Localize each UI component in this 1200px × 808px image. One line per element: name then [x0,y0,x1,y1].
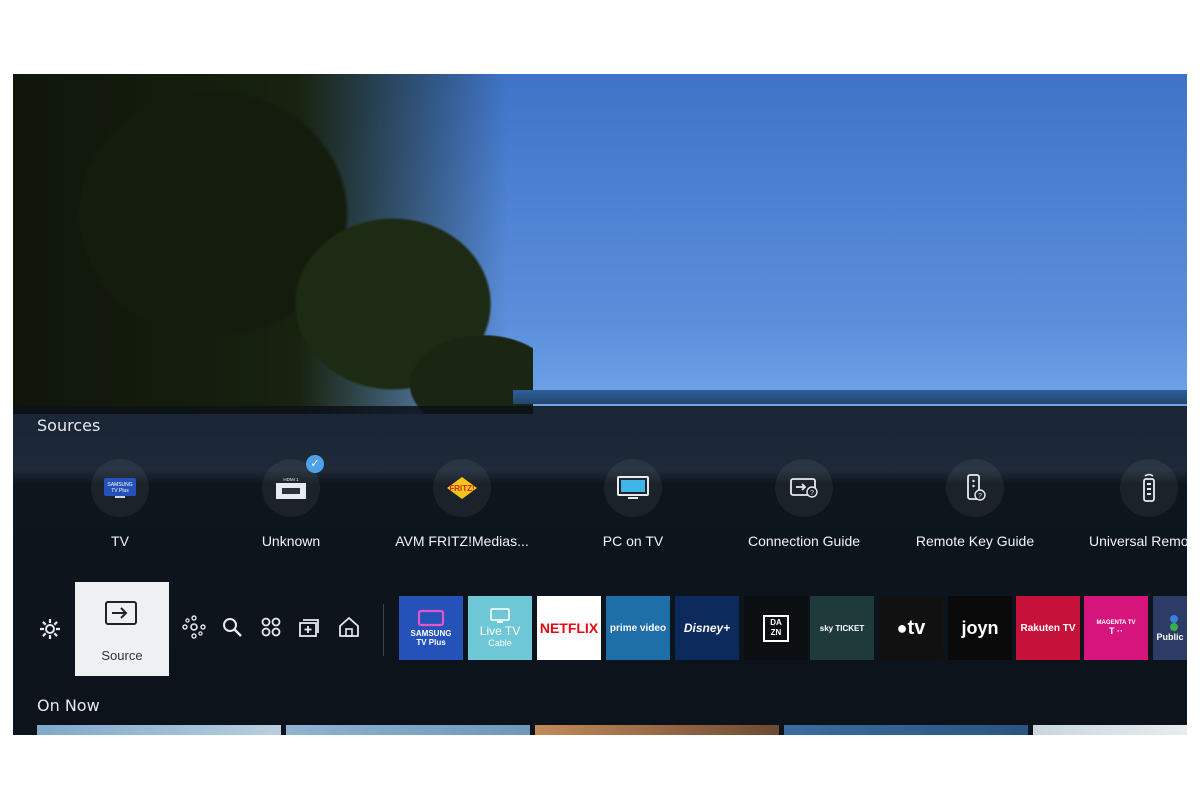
app-apple-tv[interactable]: ● tv [879,596,943,660]
app-label: NETFLIX [539,620,599,636]
app-label: Live TV [479,624,521,638]
svg-text:FRITZ!: FRITZ! [449,484,474,493]
selected-check-icon: ✓ [306,455,324,473]
source-label: Remote Key Guide [915,533,1035,549]
gear-icon[interactable] [39,618,61,646]
monitor-icon [604,459,662,517]
source-item-fritz[interactable]: FRITZ! AVM FRITZ!Medias... [377,459,547,549]
source-item-connection-guide[interactable]: ? Connection Guide [719,459,889,549]
app-label: Rakuten TV [1020,622,1076,634]
source-label: AVM FRITZ!Medias... [395,533,529,549]
menu-overlay [13,406,1187,735]
remote-key-guide-icon: ? [946,459,1004,517]
sources-title: Sources [37,416,101,435]
app-magenta-tv[interactable]: MAGENTA TV T ·· [1084,596,1148,660]
app-label: prime video [609,622,667,634]
on-now-thumbnail[interactable] [535,725,779,735]
samsung-tv-plus-icon: SAMSUNG TV Plus [91,459,149,517]
app-rakuten-tv[interactable]: Rakuten TV [1016,596,1080,660]
tv-screen: Sources SAMSUNG TV Plus TV HDMI 1 ✓ Unkno… [13,74,1187,735]
on-now-thumbnail[interactable] [286,725,530,735]
source-button-label: Source [101,648,143,663]
fritz-icon: FRITZ! [433,459,491,517]
on-now-thumbnail[interactable] [1033,725,1187,735]
app-sublabel: Cable [488,638,512,648]
app-label: Disney+ [683,621,731,635]
app-label: sky TICKET [819,623,865,633]
on-now-thumbnail[interactable] [37,725,281,735]
on-now-title: On Now [37,696,100,715]
svg-text:?: ? [810,490,814,497]
source-item-unknown[interactable]: HDMI 1 ✓ Unknown [206,455,376,549]
app-sky-ticket[interactable]: sky TICKET [810,596,874,660]
tv-plus-icon [417,609,445,627]
source-label: Universal Remo [1089,533,1187,549]
apple-icon: ● [896,617,908,638]
search-icon[interactable] [219,614,245,640]
apps-icon[interactable] [258,614,284,640]
svg-text:TV Plus: TV Plus [111,488,129,494]
app-public[interactable]: Public [1153,596,1187,660]
app-disney-plus[interactable]: Disney+ [675,596,739,660]
svg-text:?: ? [978,493,982,500]
source-input-icon [105,601,137,625]
source-item-pc-on-tv[interactable]: PC on TV [548,459,718,549]
remote-icon [1120,459,1178,517]
live-tv-icon [490,608,510,623]
app-label: DA ZN [763,614,789,642]
source-label: Connection Guide [747,533,861,549]
app-samsung-tv-plus[interactable]: SAMSUNG TV Plus [399,596,463,660]
public-logo-icon [1170,615,1178,631]
on-now-thumbnail[interactable] [784,725,1028,735]
divider [383,604,384,656]
source-item-universal-remote[interactable]: Universal Remo [1061,459,1187,549]
app-netflix[interactable]: NETFLIX [537,596,601,660]
smart-hub-bar: Source SAMSUNG TV Plus Live TV Cable NET… [13,582,1187,678]
source-label: TV [111,533,129,549]
app-live-tv[interactable]: Live TV Cable [468,596,532,660]
source-item-tv[interactable]: SAMSUNG TV Plus TV [35,459,205,549]
connection-guide-icon: ? [775,459,833,517]
home-icon[interactable] [336,614,362,640]
app-prime-video[interactable]: prime video [606,596,670,660]
background-sea [513,390,1187,404]
ambient-icon[interactable] [181,614,207,640]
app-label: tv [907,616,926,639]
svg-text:HDMI 1: HDMI 1 [283,477,299,482]
source-item-remote-key-guide[interactable]: ? Remote Key Guide [890,459,1060,549]
app-label: Public [1156,632,1184,642]
source-label: PC on TV [602,533,664,549]
app-joyn[interactable]: joyn [948,596,1012,660]
media-icon[interactable] [297,614,323,640]
app-dazn[interactable]: DA ZN [744,596,808,660]
app-sublabel: T ·· [1109,626,1123,636]
source-button[interactable]: Source [75,582,169,676]
app-label: SAMSUNG TV Plus [410,629,452,647]
app-label: joyn [961,617,999,638]
source-label: Unknown [261,533,321,549]
background-trees [13,74,533,414]
